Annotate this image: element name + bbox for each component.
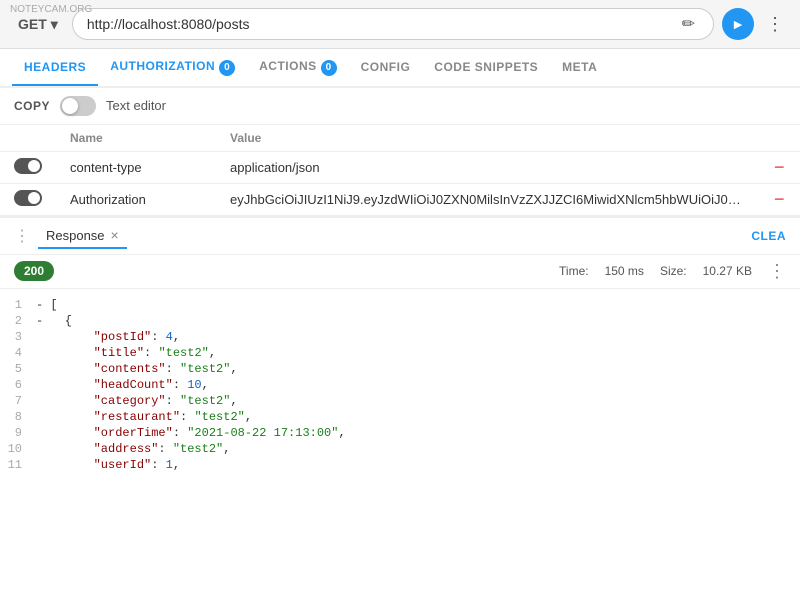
text-editor-toggle[interactable] xyxy=(60,96,96,116)
response-more-button[interactable]: ⋮ xyxy=(768,261,786,282)
row-toggle-2[interactable] xyxy=(14,190,42,206)
method-chevron: ▾ xyxy=(51,16,58,33)
row-toggle-thumb-2 xyxy=(28,192,40,204)
line-number: 8 xyxy=(0,410,36,424)
json-line: 3 "postId": 4, xyxy=(0,329,800,345)
line-content: "orderTime": "2021-08-22 17:13:00", xyxy=(36,426,346,440)
time-label: Time: xyxy=(559,264,589,278)
json-line: 10 "address": "test2", xyxy=(0,441,800,457)
headers-table: Name Value content-type application/json… xyxy=(0,125,800,216)
json-line: 1- [ xyxy=(0,297,800,313)
col-toggle-header xyxy=(0,125,56,152)
line-number: 11 xyxy=(0,458,36,472)
line-content: "title": "test2", xyxy=(36,346,216,360)
table-row: content-type application/json − xyxy=(0,151,800,183)
header-name-2[interactable]: Authorization xyxy=(56,183,216,215)
actions-badge: 0 xyxy=(321,60,337,76)
line-content: "category": "test2", xyxy=(36,394,238,408)
tab-meta[interactable]: META xyxy=(550,50,609,86)
header-value-2[interactable]: eyJhbGciOiJIUzI1NiJ9.eyJzdWIiOiJ0ZXN0Mil… xyxy=(216,183,760,215)
line-number: 2 xyxy=(0,314,36,328)
tab-actions[interactable]: ACTIONS0 xyxy=(247,49,349,88)
line-content: - { xyxy=(36,314,72,328)
watermark: NOTEYCAM.ORG xyxy=(4,2,98,17)
json-line: 5 "contents": "test2", xyxy=(0,361,800,377)
response-panel: ⋮ Response × CLEA 200 Time: 150 ms Size:… xyxy=(0,216,800,499)
top-bar: GET ▾ http://localhost:8080/posts ✏ ► ⋮ xyxy=(0,0,800,49)
json-line: 2- { xyxy=(0,313,800,329)
line-content: "address": "test2", xyxy=(36,442,230,456)
send-button[interactable]: ► xyxy=(722,8,754,40)
status-bar: 200 Time: 150 ms Size: 10.27 KB ⋮ xyxy=(0,255,800,289)
toggle-thumb xyxy=(62,98,78,114)
remove-header-2-button[interactable]: − xyxy=(774,190,785,208)
line-number: 3 xyxy=(0,330,36,344)
header-value-1[interactable]: application/json xyxy=(216,151,760,183)
json-line: 7 "category": "test2", xyxy=(0,393,800,409)
tab-authorization[interactable]: AUTHORIZATION0 xyxy=(98,49,247,88)
json-viewer: 1- [2- {3 "postId": 4,4 "title": "test2"… xyxy=(0,289,800,499)
remove-header-1-button[interactable]: − xyxy=(774,158,785,176)
status-badge: 200 xyxy=(14,261,54,281)
col-action-header xyxy=(760,125,800,152)
close-response-tab-button[interactable]: × xyxy=(111,228,119,242)
more-options-button[interactable]: ⋮ xyxy=(762,14,788,35)
json-line: 11 "userId": 1, xyxy=(0,457,800,473)
line-content: - [ xyxy=(36,298,58,312)
tab-config[interactable]: CONFIG xyxy=(349,50,423,86)
tabs-bar: HEADERS AUTHORIZATION0 ACTIONS0 CONFIG C… xyxy=(0,49,800,88)
line-number: 1 xyxy=(0,298,36,312)
line-number: 6 xyxy=(0,378,36,392)
col-value-header: Value xyxy=(216,125,760,152)
edit-url-button[interactable]: ✏ xyxy=(678,14,699,34)
line-number: 7 xyxy=(0,394,36,408)
response-header: ⋮ Response × CLEA xyxy=(0,218,800,255)
json-line: 6 "headCount": 10, xyxy=(0,377,800,393)
time-value: 150 ms xyxy=(605,264,644,278)
line-content: "userId": 1, xyxy=(36,458,180,472)
headers-toolbar: COPY Text editor xyxy=(0,88,800,125)
line-content: "headCount": 10, xyxy=(36,378,209,392)
status-meta: Time: 150 ms Size: 10.27 KB ⋮ xyxy=(559,261,786,282)
line-content: "restaurant": "test2", xyxy=(36,410,252,424)
col-name-header: Name xyxy=(56,125,216,152)
drag-dots: ⋮ xyxy=(14,226,30,246)
table-row: Authorization eyJhbGciOiJIUzI1NiJ9.eyJzd… xyxy=(0,183,800,215)
row-toggle-1[interactable] xyxy=(14,158,42,174)
json-line: 9 "orderTime": "2021-08-22 17:13:00", xyxy=(0,425,800,441)
method-label: GET xyxy=(18,16,47,32)
line-number: 9 xyxy=(0,426,36,440)
size-label: Size: xyxy=(660,264,687,278)
text-editor-label: Text editor xyxy=(106,98,166,113)
headers-section: COPY Text editor Name Value conten xyxy=(0,88,800,216)
json-line: 4 "title": "test2", xyxy=(0,345,800,361)
authorization-badge: 0 xyxy=(219,60,235,76)
response-tab[interactable]: Response × xyxy=(38,224,127,249)
row-toggle-cell[interactable] xyxy=(0,151,56,183)
line-number: 10 xyxy=(0,442,36,456)
line-number: 4 xyxy=(0,346,36,360)
response-tab-label: Response xyxy=(46,228,105,243)
tab-headers[interactable]: HEADERS xyxy=(12,50,98,86)
line-content: "contents": "test2", xyxy=(36,362,238,376)
url-text[interactable]: http://localhost:8080/posts xyxy=(87,16,678,32)
row-toggle-cell-2[interactable] xyxy=(0,183,56,215)
tab-code-snippets[interactable]: CODE SNIPPETS xyxy=(422,50,550,86)
clear-button[interactable]: CLEA xyxy=(751,229,786,243)
url-bar: http://localhost:8080/posts ✏ xyxy=(72,8,714,40)
line-number: 5 xyxy=(0,362,36,376)
send-icon: ► xyxy=(731,16,745,32)
header-name-1[interactable]: content-type xyxy=(56,151,216,183)
line-content: "postId": 4, xyxy=(36,330,180,344)
copy-button[interactable]: COPY xyxy=(14,99,50,113)
size-value: 10.27 KB xyxy=(703,264,752,278)
row-toggle-thumb-1 xyxy=(28,160,40,172)
json-line: 8 "restaurant": "test2", xyxy=(0,409,800,425)
